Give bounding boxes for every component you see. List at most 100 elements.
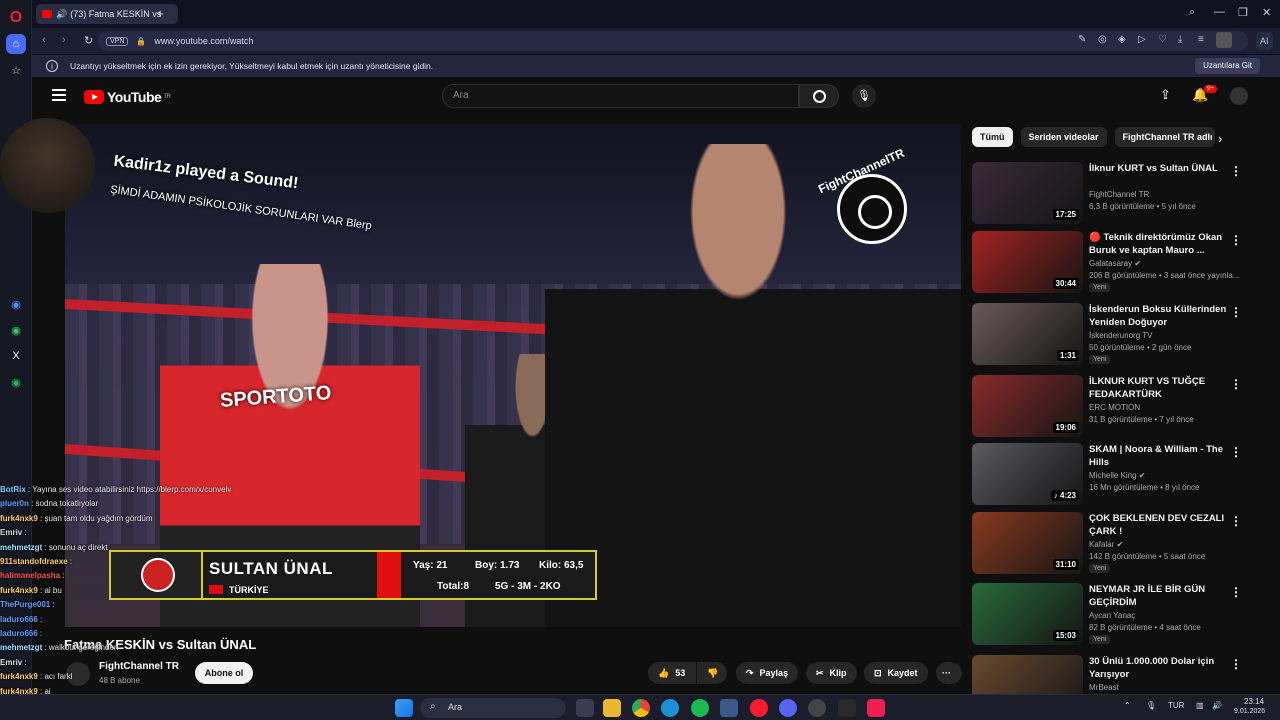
mic-icon[interactable]: 🎙 (852, 84, 876, 108)
star-icon[interactable]: ☆ (6, 60, 26, 80)
camera-icon[interactable]: ◎ (1098, 34, 1107, 45)
reload-icon[interactable]: ↻ (84, 34, 93, 47)
search-input[interactable]: Ara (442, 84, 799, 108)
windows-start-icon[interactable] (395, 699, 413, 717)
rec-thumbnail[interactable]: 15:03 (972, 583, 1083, 645)
rec-title[interactable]: 30 Ünlü 1.000.000 Dolar için Yarışıyor (1089, 655, 1239, 681)
rec-thumbnail[interactable]: ♪ 4:23 (972, 443, 1083, 505)
discord-icon[interactable] (779, 699, 797, 717)
rec-title[interactable]: İskenderun Boksu Küllerinden Yeniden Doğ… (1089, 303, 1239, 329)
dislike-button[interactable]: 👎 (697, 662, 727, 684)
chrome-icon[interactable] (632, 699, 650, 717)
rec-channel[interactable]: FightChannel TR (1089, 190, 1149, 199)
opera-logo-icon[interactable]: O (6, 8, 26, 28)
youtube-logo[interactable]: YouTube TR (84, 89, 171, 105)
x-icon[interactable]: X (6, 346, 26, 366)
speaker-icon[interactable]: 🔊 (56, 9, 67, 20)
rec-channel[interactable]: MrBeast (1089, 683, 1119, 692)
share-button[interactable]: ↷ Paylaş (736, 662, 799, 684)
rec-more-icon[interactable]: ⋮ (1230, 233, 1242, 247)
clock-date[interactable]: 9.01.2026 (1234, 708, 1265, 715)
rec-title[interactable]: NEYMAR JR İLE BİR GÜN GEÇİRDİM (1089, 583, 1239, 609)
taskbar-search[interactable]: Ara (420, 698, 566, 718)
more-actions-button[interactable]: ··· (936, 662, 962, 684)
chip-series[interactable]: Seriden videolar (1020, 127, 1107, 147)
avatar[interactable] (1230, 87, 1248, 105)
rec-title[interactable]: SKAM | Noora & William - The Hills (1089, 443, 1239, 469)
rec-item[interactable]: 15:03 NEYMAR JR İLE BİR GÜN GEÇİRDİM Aycan… (972, 583, 1272, 647)
steam-icon[interactable] (808, 699, 826, 717)
messenger-icon[interactable]: ◉ (6, 294, 26, 314)
back-icon[interactable]: ‹ (42, 34, 46, 46)
rec-more-icon[interactable]: ⋮ (1230, 305, 1242, 319)
go-to-extensions-button[interactable]: Uzantılara Git (1195, 58, 1260, 74)
lock-icon[interactable]: 🔒 (136, 37, 146, 46)
chip-channel[interactable]: FightChannel TR adlı (1114, 127, 1215, 147)
like-button[interactable]: 👍 53 (648, 662, 696, 684)
rec-more-icon[interactable]: ⋮ (1230, 164, 1242, 178)
shield-icon[interactable]: ◈ (1118, 34, 1126, 45)
opera-taskbar-icon[interactable] (750, 699, 768, 717)
rec-item[interactable]: 30:44 🔴 Teknik direktörümüz Okan Buruk ve… (972, 231, 1272, 295)
spotify-taskbar-icon[interactable] (691, 699, 709, 717)
hamburger-menu-icon[interactable] (52, 89, 66, 101)
rec-channel[interactable]: İskenderunorg TV (1089, 331, 1152, 340)
rec-more-icon[interactable]: ⋮ (1230, 514, 1242, 528)
forward-icon[interactable]: › (62, 34, 66, 46)
close-button[interactable]: ✕ (1262, 6, 1271, 19)
rec-thumbnail[interactable]: 30:44 (972, 231, 1083, 293)
url-text[interactable]: www.youtube.com/watch (154, 36, 253, 46)
search-button[interactable] (799, 84, 839, 108)
play-icon[interactable]: ▷ (1138, 34, 1146, 45)
microphone-tray-icon[interactable]: 🎙 (1146, 701, 1156, 710)
heart-icon[interactable]: ♡ (1158, 34, 1167, 45)
rec-thumbnail[interactable]: 19:06 (972, 375, 1083, 437)
rec-channel[interactable]: Aycan Yanaç (1089, 611, 1135, 620)
network-icon[interactable]: ▥ (1196, 701, 1204, 710)
rec-channel[interactable]: Kafalar ✔ (1089, 540, 1123, 549)
url-field[interactable]: VPN 🔒 www.youtube.com/watch (98, 31, 1248, 51)
rec-item[interactable]: 17:25 İlknur KURT vs Sultan ÜNAL FightChan… (972, 162, 1272, 226)
file-explorer-icon[interactable] (603, 699, 621, 717)
rec-more-icon[interactable]: ⋮ (1230, 377, 1242, 391)
rec-title[interactable]: ÇOK BEKLENEN DEV CEZALI ÇARK ! (1089, 512, 1239, 538)
clock-time[interactable]: 23:14 (1244, 697, 1264, 706)
rec-item[interactable]: 19:06 İLKNUR KURT VS TUĞÇE FEDAKARTÜRK ERC… (972, 375, 1272, 439)
whatsapp-icon[interactable]: ◉ (6, 320, 26, 340)
search-tabs-icon[interactable]: ⌕ (1189, 6, 1195, 19)
task-view-icon[interactable] (576, 699, 594, 717)
app-icon[interactable] (720, 699, 738, 717)
minimize-button[interactable]: — (1214, 6, 1225, 18)
download-icon[interactable]: ⤓ (1178, 34, 1182, 45)
ai-button[interactable]: AI (1256, 32, 1273, 50)
upload-icon[interactable]: ⇪ (1160, 87, 1171, 103)
vpn-badge[interactable]: VPN (106, 36, 129, 46)
rec-title[interactable]: İLKNUR KURT VS TUĞÇE FEDAKARTÜRK (1089, 375, 1239, 401)
rec-item[interactable]: 1:31 İskenderun Boksu Küllerinden Yeniden… (972, 303, 1272, 367)
spotify-icon[interactable]: ◉ (6, 372, 26, 392)
rec-more-icon[interactable]: ⋮ (1230, 657, 1242, 671)
chip-all[interactable]: Tümü (972, 127, 1013, 147)
rec-item[interactable]: ♪ 4:23 SKAM | Noora & William - The Hills… (972, 443, 1272, 507)
maximize-button[interactable]: ❐ (1238, 6, 1248, 19)
rec-thumbnail[interactable]: 17:25 (972, 162, 1083, 224)
save-button[interactable]: ⊡ Kaydet (864, 662, 928, 684)
rec-thumbnail[interactable]: 31:10 (972, 512, 1083, 574)
edit-icon[interactable]: ✎ (1078, 34, 1086, 45)
rec-title[interactable]: 🔴 Teknik direktörümüz Okan Buruk ve kapt… (1089, 231, 1239, 257)
volume-icon[interactable]: 🔊 (1212, 701, 1222, 710)
rec-channel[interactable]: Galatasaray ✔ (1089, 259, 1141, 268)
chevron-right-icon[interactable]: › (1218, 131, 1222, 146)
rec-channel[interactable]: Michelle King ✔ (1089, 471, 1146, 480)
input-language[interactable]: TUR (1168, 701, 1184, 710)
rec-more-icon[interactable]: ⋮ (1230, 445, 1242, 459)
tiktok-icon[interactable] (867, 699, 885, 717)
rec-thumbnail[interactable]: 1:31 (972, 303, 1083, 365)
terminal-icon[interactable] (838, 699, 856, 717)
edge-icon[interactable] (661, 699, 679, 717)
menu-icon[interactable]: ≡ (1198, 34, 1204, 45)
rec-title[interactable]: İlknur KURT vs Sultan ÜNAL (1089, 162, 1239, 175)
rec-more-icon[interactable]: ⋮ (1230, 585, 1242, 599)
rec-channel[interactable]: ERC MOTION (1089, 403, 1140, 412)
rec-item[interactable]: 31:10 ÇOK BEKLENEN DEV CEZALI ÇARK ! Kafal… (972, 512, 1272, 576)
